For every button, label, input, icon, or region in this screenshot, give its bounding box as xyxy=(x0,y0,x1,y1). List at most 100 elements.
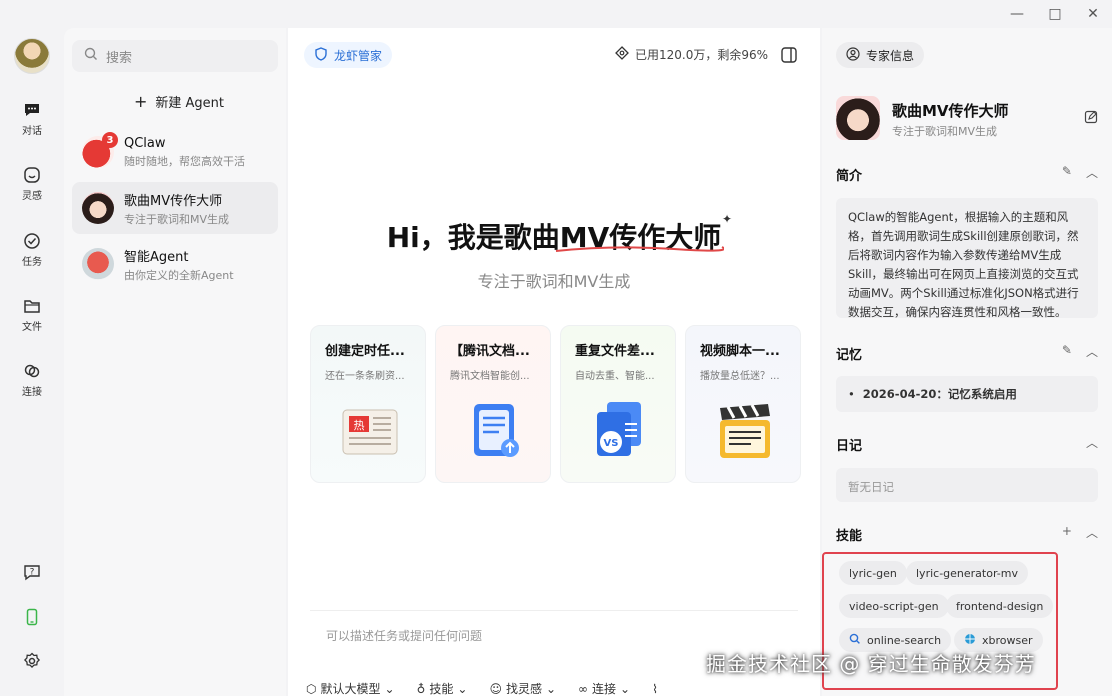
window-controls: — □ ✕ xyxy=(998,0,1112,28)
chat-icon xyxy=(22,100,42,120)
globe-icon xyxy=(964,633,976,648)
chevron-down-icon: ⌄ xyxy=(457,681,468,696)
agent-desc: 由你定义的全新Agent xyxy=(124,268,234,282)
skills-select[interactable]: ♁ 技能 ⌄ xyxy=(417,680,468,696)
model-select[interactable]: ⬡ 默认大模型 ⌄ xyxy=(306,680,395,696)
chevron-up-icon[interactable]: ︿ xyxy=(1086,524,1098,541)
sparkle-icon: ✦ xyxy=(722,212,733,226)
usage-text: 已用120.0万，剩余96% xyxy=(634,48,768,62)
diary-title: 日记 xyxy=(836,439,863,454)
skill-label: lyric-generator-mv xyxy=(916,566,1018,580)
agent-name: QClaw xyxy=(124,135,166,151)
memory-tools: ✎ ︿ xyxy=(1062,343,1098,360)
chevron-up-icon[interactable]: ︿ xyxy=(1086,343,1098,360)
expert-info-label: 专家信息 xyxy=(866,48,915,63)
skill-icon: ♁ xyxy=(416,681,426,696)
close-icon[interactable]: ✕ xyxy=(1074,0,1112,28)
quota-icon xyxy=(615,46,629,63)
skills-label: 技能 xyxy=(429,682,454,696)
suggestion-card[interactable]: 【腾讯文档... 腾讯文档智能创... xyxy=(435,325,551,483)
rail-label: 对话 xyxy=(22,126,42,137)
skill-tag[interactable]: lyric-generator-mv xyxy=(906,561,1028,585)
composer-toolbar: ⬡ 默认大模型 ⌄ ♁ 技能 ⌄ ☺ 找灵感 ⌄ ∞ 连接 ⌄ ⌇ xyxy=(306,680,658,696)
memory-title: 记忆 xyxy=(836,348,863,363)
card-desc: 播放量总低迷？... xyxy=(700,371,780,382)
rail-label: 灵感 xyxy=(22,191,42,202)
skill-tag[interactable]: frontend-design xyxy=(946,594,1054,618)
skills-tools: + ︿ xyxy=(1062,524,1098,541)
mv-master-avatar xyxy=(82,192,114,224)
shield-icon xyxy=(314,46,328,64)
attach-icon[interactable]: ⌇ xyxy=(652,680,658,696)
new-agent-button[interactable]: + 新建 Agent xyxy=(84,86,274,116)
suggestion-card[interactable]: 创建定时任... 还在一条条刷资... 热 xyxy=(310,325,426,483)
brand-pill[interactable]: 龙虾管家 xyxy=(304,42,393,68)
diary-tools: ︿ xyxy=(1086,434,1098,451)
rail-item-files[interactable]: 文件 xyxy=(0,296,64,333)
search-icon xyxy=(849,633,861,648)
link-icon: ∞ xyxy=(578,681,589,696)
rail-item-inspiration[interactable]: 灵感 xyxy=(0,165,64,202)
skill-tag[interactable]: lyric-gen xyxy=(839,561,907,585)
chevron-down-icon: ⌄ xyxy=(620,681,631,696)
check-circle-icon xyxy=(22,231,42,251)
connect-select[interactable]: ∞ 连接 ⌄ xyxy=(578,680,630,696)
rail-label: 文件 xyxy=(22,322,42,333)
agent-item-mv-master[interactable]: 歌曲MV传作大师 专注于歌词和MV生成 xyxy=(72,182,278,234)
rail-item-connect[interactable]: 连接 xyxy=(0,361,64,398)
edit-icon[interactable] xyxy=(1084,110,1098,124)
edit-icon[interactable]: ✎ xyxy=(1062,164,1072,181)
skills-title: 技能 xyxy=(836,529,863,544)
minimize-icon[interactable]: — xyxy=(998,0,1036,28)
rail-item-tasks[interactable]: 任务 xyxy=(0,231,64,268)
svg-text:VS: VS xyxy=(604,438,619,449)
model-label: 默认大模型 xyxy=(320,682,381,696)
edit-icon[interactable]: ✎ xyxy=(1062,343,1072,360)
agent-name: 智能Agent xyxy=(124,249,189,265)
plus-icon: + xyxy=(133,91,148,111)
expert-name: 歌曲MV传作大师 xyxy=(892,102,1009,120)
maximize-icon[interactable]: □ xyxy=(1036,0,1074,28)
compare-files-icon: VS xyxy=(597,402,641,456)
user-avatar[interactable] xyxy=(14,38,50,74)
intro-text: QClaw的智能Agent，根据输入的主题和风格，首先调用歌词生成Skill创建… xyxy=(836,198,1098,319)
chevron-up-icon[interactable]: ︿ xyxy=(1086,164,1098,181)
expert-info-tab[interactable]: 专家信息 xyxy=(836,42,925,68)
panel-toggle-icon[interactable] xyxy=(780,46,798,64)
document-icon xyxy=(474,404,519,457)
help-icon[interactable]: ? xyxy=(21,561,43,583)
link-icon xyxy=(22,361,42,381)
title-underline xyxy=(555,246,724,252)
search-icon xyxy=(84,47,98,65)
expert-panel: 专家信息 歌曲MV传作大师 专注于歌词和MV生成 简介 ✎ ︿ QClaw的智能… xyxy=(822,28,1112,696)
inspiration-select[interactable]: ☺ 找灵感 ⌄ xyxy=(489,680,556,696)
chevron-up-icon[interactable]: ︿ xyxy=(1086,434,1098,451)
agent-name: 歌曲MV传作大师 xyxy=(124,193,223,209)
new-agent-label: 新建 Agent xyxy=(155,95,225,111)
skill-label: frontend-design xyxy=(956,599,1044,613)
rail-item-chat[interactable]: 对话 xyxy=(0,100,64,137)
folder-icon xyxy=(22,296,42,316)
user-icon xyxy=(846,46,860,64)
agent-item-smart-agent[interactable]: 智能Agent 由你定义的全新Agent xyxy=(72,238,278,290)
phone-icon[interactable] xyxy=(21,606,43,628)
skill-label: video-script-gen xyxy=(849,599,939,613)
settings-icon[interactable] xyxy=(21,650,43,672)
search-input[interactable]: 搜索 xyxy=(72,40,278,72)
agent-item-qclaw[interactable]: 3 QClaw 随时随地，帮您高效干活 xyxy=(72,126,278,178)
chat-main: 龙虾管家 已用120.0万，剩余96% Hi，我是歌曲MV传作大师 ✦ 专注于歌… xyxy=(288,28,820,696)
memory-list: • 2026-04-20：记忆系统启用 xyxy=(836,376,1098,412)
smile-icon xyxy=(22,165,42,185)
newspaper-icon: 热 xyxy=(342,409,398,455)
suggestion-card[interactable]: 视频脚本一... 播放量总低迷？... xyxy=(685,325,801,483)
plus-icon[interactable]: + xyxy=(1062,524,1072,541)
cube-icon: ⬡ xyxy=(306,681,317,696)
memory-item: 2026-04-20：记忆系统启用 xyxy=(862,386,1017,401)
usage-indicator[interactable]: 已用120.0万，剩余96% xyxy=(615,46,768,63)
message-input[interactable]: 可以描述任务或提问任何问题 xyxy=(326,627,482,644)
unread-badge: 3 xyxy=(102,132,118,148)
skill-tag[interactable]: video-script-gen xyxy=(839,594,949,618)
suggestion-card[interactable]: 重复文件差... 自动去重、智能... VS xyxy=(560,325,676,483)
card-title: 【腾讯文档... xyxy=(450,344,530,359)
card-title: 视频脚本一... xyxy=(700,344,780,359)
